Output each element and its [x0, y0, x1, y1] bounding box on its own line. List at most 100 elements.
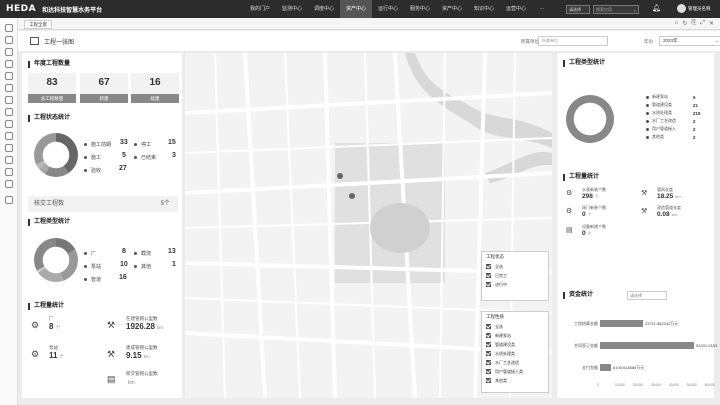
nav-item-monitor[interactable]: 监测中心	[276, 0, 308, 18]
legend-dot	[84, 169, 87, 172]
unit-select[interactable]: 所属单位	[538, 36, 608, 46]
search-input[interactable]: 搜索应用 ⌕	[593, 5, 639, 14]
legend-label: 厂	[91, 251, 97, 257]
close-icon[interactable]: ✕	[709, 20, 714, 27]
checkbox-icon[interactable]	[486, 351, 491, 356]
nav-item-operation[interactable]: 运行中心	[372, 0, 404, 18]
qty-value: 8	[49, 322, 54, 331]
rail-user-icon[interactable]	[5, 108, 13, 116]
type-filter-quality[interactable]: 水质处理类	[486, 350, 544, 357]
checkbox-icon[interactable]	[486, 264, 491, 269]
status-legend-finished: 已结束 3	[134, 152, 176, 161]
rail-home-icon[interactable]	[5, 24, 13, 32]
stat-card-new[interactable]: 67 新建	[80, 73, 128, 103]
legend-value: 2	[693, 118, 696, 124]
fund-bar-label: 合同签订金额	[574, 343, 598, 348]
bell-icon[interactable]: 🔔︎	[652, 4, 661, 12]
user-name[interactable]: 管理员名称	[688, 6, 711, 12]
fund-axis-tick: 20,000	[633, 383, 643, 387]
status-filter-ongoing[interactable]: 进行中	[486, 281, 544, 288]
map-pin-icon[interactable]	[337, 173, 343, 179]
tab-bar: 工程全景 ⌂ ↻ ⎘ ⤢ ✕	[18, 18, 720, 30]
right-legend-pipe: 管道建设类 21	[646, 102, 698, 108]
legend-value: 2	[693, 126, 696, 132]
tab-engineering-overview[interactable]: 工程全景	[24, 20, 52, 29]
stat-card-total[interactable]: 83 总工程数量	[28, 73, 76, 103]
rail-help-icon[interactable]	[5, 180, 13, 188]
qty-value: 1926.28	[126, 322, 155, 331]
fund-title: 资金统计	[563, 292, 593, 299]
checkbox-icon[interactable]	[486, 273, 491, 278]
water-meter-icon: ⚙︎	[566, 190, 573, 197]
nav-item-knowledge[interactable]: 知识中心	[468, 0, 500, 18]
org-select[interactable]: 请选择	[566, 5, 590, 14]
status-filter-all[interactable]: 全选	[486, 263, 544, 270]
map-pin-icon[interactable]	[349, 193, 355, 199]
legend-label: 管道建设类	[652, 102, 672, 107]
type-filter-pipe[interactable]: 管道建设类	[486, 341, 544, 348]
checkbox-icon[interactable]	[486, 324, 491, 329]
stat-card-continued[interactable]: 16 续建	[131, 73, 179, 103]
nav-item-assets-active[interactable]: 资产中心	[340, 0, 372, 18]
types-donut-chart	[34, 238, 78, 282]
fund-axis-tick: 10,000	[615, 383, 625, 387]
nav-item-assets[interactable]: 资产中心	[436, 0, 468, 18]
type-filter-user-pipe[interactable]: 用户管道接入类	[486, 368, 544, 375]
fund-axis-tick: 60,000	[705, 383, 715, 387]
fund-bar-settlement	[600, 320, 643, 327]
checkbox-label: 管道建设类	[495, 341, 515, 347]
refresh-icon[interactable]: ↻	[682, 20, 687, 27]
rq-pipe-length: 管网长度 18.25 km	[657, 187, 681, 200]
nav-more-button[interactable]: ···	[532, 0, 552, 18]
nav-item-service[interactable]: 服务中心	[404, 0, 436, 18]
rail-map-icon[interactable]	[5, 36, 13, 44]
rail-chart-icon[interactable]	[5, 72, 13, 80]
rail-alarm-icon[interactable]	[5, 132, 13, 140]
plant-icon: ⚙︎	[31, 320, 40, 330]
qty-unit: 个	[55, 325, 60, 330]
stat-continued-value: 16	[149, 77, 161, 88]
rail-more-icon[interactable]	[5, 196, 13, 204]
rail-device-icon[interactable]	[5, 120, 13, 128]
types-legend-plant: 厂8	[84, 248, 126, 257]
checkbox-icon[interactable]	[486, 333, 491, 338]
types-legend-intercept: 截流 13	[134, 248, 176, 257]
status-filter-done[interactable]: 已完工	[486, 272, 544, 279]
checkbox-icon[interactable]	[486, 360, 491, 365]
checkbox-icon[interactable]	[486, 369, 491, 374]
nav-item-dispatch[interactable]: 调度中心	[308, 0, 340, 18]
type-filter-all[interactable]: 全选	[486, 323, 544, 330]
rail-doc-icon[interactable]	[5, 144, 13, 152]
rail-task-icon[interactable]	[5, 96, 13, 104]
stat-new-label: 新建	[80, 94, 128, 103]
rail-list-icon[interactable]	[5, 48, 13, 56]
rail-asset-icon[interactable]	[5, 84, 13, 92]
type-filter-pump[interactable]: 新建泵站	[486, 332, 544, 339]
type-filter-plant[interactable]: 水厂工艺改造	[486, 359, 544, 366]
checkbox-label: 全选	[495, 323, 503, 329]
checkbox-icon[interactable]	[486, 378, 491, 383]
fund-select[interactable]: 请选择	[627, 291, 667, 300]
fullscreen-icon[interactable]: ⤢	[700, 20, 705, 27]
types-legend-pump: 泵站 10	[84, 261, 128, 270]
link-icon[interactable]: ⎘	[691, 20, 696, 27]
checked-projects-row[interactable]: 核交工程数 5个	[28, 196, 178, 212]
nav-item-ops[interactable]: 运营中心	[500, 0, 532, 18]
home-icon[interactable]: ⌂	[675, 20, 679, 27]
avatar[interactable]	[677, 4, 686, 13]
document-icon: ▤	[107, 374, 116, 384]
legend-dot	[646, 119, 649, 123]
legend-label: 验收	[91, 168, 102, 174]
checkbox-icon[interactable]	[486, 342, 491, 347]
year-select[interactable]: 2023年 ⌄	[659, 36, 720, 46]
right-quantity-title: 工程量统计	[563, 174, 599, 181]
rq-unit: km	[671, 212, 677, 217]
rail-monitor-icon[interactable]	[5, 60, 13, 68]
qty-value: 9.15	[126, 351, 142, 360]
rail-link-icon[interactable]	[5, 168, 13, 176]
type-filter-other[interactable]: 其他类	[486, 377, 544, 384]
rail-settings-icon[interactable]	[5, 156, 13, 164]
nav-item-portal[interactable]: 我的门户	[244, 0, 276, 18]
checkbox-icon[interactable]	[486, 282, 491, 287]
stat-total-label: 总工程数量	[28, 94, 76, 103]
